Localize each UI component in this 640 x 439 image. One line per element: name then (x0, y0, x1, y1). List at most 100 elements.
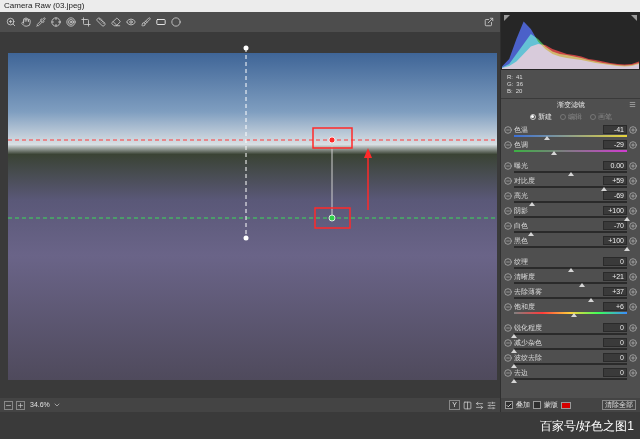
gradient-filter-overlay[interactable] (0, 32, 500, 398)
plus-circle-icon[interactable] (629, 207, 637, 215)
plus-circle-icon[interactable] (629, 126, 637, 134)
slider-value[interactable]: +59 (603, 176, 627, 185)
target-adjust-icon[interactable] (66, 17, 76, 27)
slider-value[interactable]: 0 (603, 323, 627, 332)
straighten-icon[interactable] (96, 17, 106, 27)
slider-track[interactable] (514, 170, 627, 176)
swap-icon[interactable] (475, 401, 484, 410)
red-eye-icon[interactable] (126, 17, 136, 27)
hand-icon[interactable] (21, 17, 31, 27)
mask-checkbox[interactable] (533, 401, 541, 409)
slider-thumb[interactable] (511, 334, 517, 338)
chevron-down-icon[interactable] (53, 401, 61, 409)
slider-thumb[interactable] (511, 379, 517, 383)
minus-circle-icon[interactable] (504, 324, 512, 332)
slider-thumb[interactable] (568, 172, 574, 176)
minus-circle-icon[interactable] (504, 303, 512, 311)
minus-circle-icon[interactable] (504, 237, 512, 245)
slider-value[interactable]: 0.00 (603, 161, 627, 170)
slider-thumb[interactable] (624, 247, 630, 251)
plus-circle-icon[interactable] (629, 273, 637, 281)
plus-circle-icon[interactable] (629, 354, 637, 362)
slider-value[interactable]: -29 (603, 140, 627, 149)
slider-track[interactable] (514, 347, 627, 353)
slider-track[interactable] (514, 215, 627, 221)
plus-circle-icon[interactable] (629, 237, 637, 245)
panel-menu-icon[interactable] (629, 101, 636, 108)
minus-circle-icon[interactable] (504, 177, 512, 185)
plus-circle-icon[interactable] (629, 369, 637, 377)
plus-circle-icon[interactable] (629, 288, 637, 296)
slider-thumb[interactable] (528, 232, 534, 236)
minus-circle-icon[interactable] (504, 273, 512, 281)
slider-value[interactable]: -70 (603, 221, 627, 230)
slider-value[interactable]: +100 (603, 236, 627, 245)
slider-track[interactable] (514, 245, 627, 251)
preferences-icon[interactable] (484, 17, 494, 27)
slider-thumb[interactable] (588, 298, 594, 302)
plus-circle-icon[interactable] (629, 177, 637, 185)
slider-track[interactable] (514, 200, 627, 206)
minus-circle-icon[interactable] (504, 207, 512, 215)
brush-icon[interactable] (141, 17, 151, 27)
clear-all-button[interactable]: 清除全部 (602, 400, 636, 410)
zoom-out-button[interactable] (4, 401, 13, 410)
plus-circle-icon[interactable] (629, 339, 637, 347)
slider-track[interactable] (514, 230, 627, 236)
slider-value[interactable]: +37 (603, 287, 627, 296)
slider-track[interactable] (514, 266, 627, 272)
highlight-clip-icon[interactable] (631, 15, 637, 21)
mode-radio[interactable]: 编辑 (560, 113, 582, 121)
overlay-color-swatch[interactable] (561, 402, 571, 409)
shadow-clip-icon[interactable] (504, 15, 510, 21)
gradient-filter-icon[interactable] (156, 17, 166, 27)
slider-track[interactable] (514, 332, 627, 338)
minus-circle-icon[interactable] (504, 141, 512, 149)
crop-icon[interactable] (81, 17, 91, 27)
minus-circle-icon[interactable] (504, 162, 512, 170)
plus-circle-icon[interactable] (629, 162, 637, 170)
slider-thumb[interactable] (624, 217, 630, 221)
zoom-in-button[interactable] (16, 401, 25, 410)
slider-thumb[interactable] (568, 268, 574, 272)
minus-circle-icon[interactable] (504, 192, 512, 200)
slider-value[interactable]: +6 (603, 302, 627, 311)
zoom-icon[interactable] (6, 17, 16, 27)
minus-circle-icon[interactable] (504, 126, 512, 134)
minus-circle-icon[interactable] (504, 288, 512, 296)
minus-circle-icon[interactable] (504, 354, 512, 362)
minus-circle-icon[interactable] (504, 339, 512, 347)
white-balance-icon[interactable] (36, 17, 46, 27)
plus-circle-icon[interactable] (629, 258, 637, 266)
slider-thumb[interactable] (551, 151, 557, 155)
slider-thumb[interactable] (544, 136, 550, 140)
before-after-button[interactable]: Y (449, 400, 460, 410)
settings-icon[interactable] (487, 401, 496, 410)
slider-track[interactable] (514, 149, 627, 155)
plus-circle-icon[interactable] (629, 222, 637, 230)
color-sampler-icon[interactable] (51, 17, 61, 27)
spot-removal-icon[interactable] (111, 17, 121, 27)
slider-thumb[interactable] (571, 313, 577, 317)
plus-circle-icon[interactable] (629, 141, 637, 149)
mode-radio[interactable]: 画笔 (590, 113, 612, 121)
split-view-icon[interactable] (463, 401, 472, 410)
slider-track[interactable] (514, 377, 627, 383)
slider-value[interactable]: +100 (603, 206, 627, 215)
slider-value[interactable]: 0 (603, 368, 627, 377)
slider-thumb[interactable] (529, 202, 535, 206)
minus-circle-icon[interactable] (504, 258, 512, 266)
radial-filter-icon[interactable] (171, 17, 181, 27)
slider-thumb[interactable] (601, 187, 607, 191)
slider-value[interactable]: -41 (603, 125, 627, 134)
mode-radio[interactable]: 新建 (530, 113, 552, 121)
slider-track[interactable] (514, 362, 627, 368)
minus-circle-icon[interactable] (504, 222, 512, 230)
plus-circle-icon[interactable] (629, 192, 637, 200)
slider-track[interactable] (514, 134, 627, 140)
slider-value[interactable]: +21 (603, 272, 627, 281)
zoom-value[interactable]: 34.6% (30, 401, 50, 409)
slider-value[interactable]: 0 (603, 353, 627, 362)
plus-circle-icon[interactable] (629, 324, 637, 332)
slider-value[interactable]: 0 (603, 338, 627, 347)
